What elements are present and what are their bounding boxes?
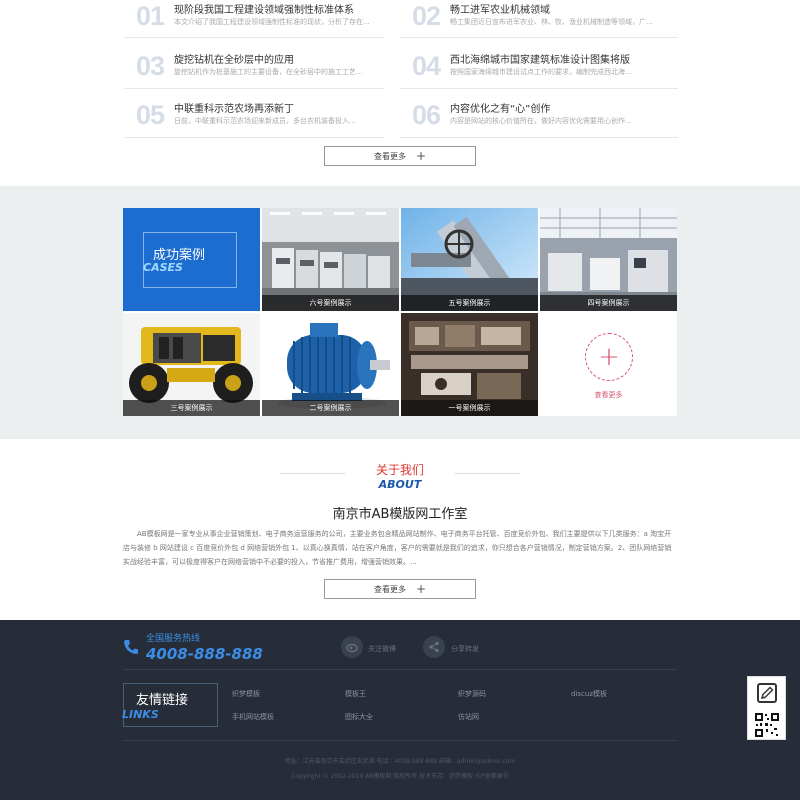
divider xyxy=(124,88,384,89)
about-more-button[interactable]: 查看更多 + xyxy=(324,579,476,599)
case-tile[interactable]: 三号案例展示 xyxy=(123,313,260,416)
news-desc: 日前，中联重科示范农场迎来新成员，多台农机装备投入... xyxy=(174,117,356,125)
divider xyxy=(400,37,678,38)
links-title-en: LINKS xyxy=(122,708,159,721)
case-tile[interactable]: 二号案例展示 xyxy=(262,313,399,416)
case-tile[interactable]: 六号案例展示 xyxy=(262,208,399,311)
case-caption: 二号案例展示 xyxy=(262,400,399,416)
about-section: 关于我们 ABOUT 南京市AB模版网工作室 AB模板网是一家专业从事企业营销策… xyxy=(0,439,800,620)
footer: 全国服务热线 4008-888-888 关注微博 分享转发 友情链接 LINKS… xyxy=(0,620,800,800)
friend-link[interactable]: 图标大全 xyxy=(345,712,373,722)
divider xyxy=(124,137,384,138)
more-label: 查看更多 xyxy=(373,584,406,594)
case-tile[interactable]: 五号案例展示 xyxy=(401,208,538,311)
hotline-number: 4008-888-888 xyxy=(146,645,263,663)
news-item[interactable]: 04 西北海绵城市国家建筑标准设计图集将版 按照国家海绵城市建设试点工作的要求，… xyxy=(400,51,670,103)
share-button[interactable] xyxy=(423,636,445,658)
case-caption: 六号案例展示 xyxy=(262,295,399,311)
case-caption: 一号案例展示 xyxy=(401,400,538,416)
friend-link[interactable]: 织梦模板 xyxy=(232,689,260,699)
qr-code-icon[interactable] xyxy=(754,712,780,738)
news-number: 03 xyxy=(136,51,165,81)
weibo-button[interactable] xyxy=(341,636,363,658)
copyright-line: Copyright © 2002-2019 AB模板网 版权所有 技术支持：织梦… xyxy=(291,773,509,780)
cases-title-block: 成功案例 CASES xyxy=(123,208,260,311)
case-caption: 四号案例展示 xyxy=(540,295,677,311)
news-item[interactable]: 03 旋挖钻机在全砂层中的应用 旋挖钻机作为桩基施工的主要设备，在全砂层中的施工… xyxy=(124,51,394,103)
floating-toolbar xyxy=(747,676,786,740)
plus-icon: + xyxy=(415,149,427,163)
cases-section: 成功案例 CASES 六号案例展示 五号案例展示 四号案例展示 三号案例展示 二… xyxy=(0,186,800,439)
cases-title-en: CASES xyxy=(143,261,183,274)
share-label[interactable]: 分享转发 xyxy=(451,644,479,654)
copyright-line: 地址：江苏省南京市玄武区玄武湖 电话：4008-888-888 邮箱：admin… xyxy=(284,758,516,765)
divider xyxy=(123,669,677,670)
about-title-en: ABOUT xyxy=(378,478,422,491)
news-title[interactable]: 畅工进军农业机械领域 xyxy=(450,1,550,16)
cases-more-button[interactable]: + 查看更多 xyxy=(540,313,677,416)
news-desc: 内容是网站的核心价值所在，做好内容优化需要用心创作... xyxy=(450,117,632,125)
divider xyxy=(400,88,678,89)
plus-icon: + xyxy=(585,333,633,381)
edit-icon[interactable] xyxy=(757,683,777,703)
phone-icon xyxy=(124,640,138,654)
news-desc: 旋挖钻机作为桩基施工的主要设备，在全砂层中的施工工艺... xyxy=(174,68,363,76)
share-icon xyxy=(429,641,439,653)
cases-more-label: 查看更多 xyxy=(594,391,623,399)
about-text: AB模板网是一家专业从事企业营销策划、电子商务运营服务的公司，主要业务包含精品网… xyxy=(123,530,672,566)
friend-link[interactable]: 织梦源码 xyxy=(458,689,486,699)
friend-link[interactable]: discuz模板 xyxy=(571,689,607,699)
links-title-block: 友情链接 LINKS xyxy=(122,683,218,727)
news-desc: 畅工集团近日宣布进军农业、林、牧、渔业机械制造等领域，广... xyxy=(450,18,653,26)
hotline-label: 全国服务热线 xyxy=(146,634,201,644)
friend-link[interactable]: 模板王 xyxy=(345,689,366,699)
more-label: 查看更多 xyxy=(373,151,406,161)
news-title[interactable]: 旋挖钻机在全砂层中的应用 xyxy=(174,51,294,66)
news-item[interactable]: 01 现阶段我国工程建设领域强制性标准体系 本文介绍了我国工程建设领域强制性标准… xyxy=(124,1,394,53)
news-title[interactable]: 现阶段我国工程建设领域强制性标准体系 xyxy=(174,1,354,16)
case-caption: 五号案例展示 xyxy=(401,295,538,311)
case-tile[interactable]: 四号案例展示 xyxy=(540,208,677,311)
links-title: 友情链接 xyxy=(136,693,189,708)
news-title[interactable]: 内容优化之有“心”创作 xyxy=(450,100,550,115)
news-number: 05 xyxy=(136,100,165,130)
divider xyxy=(400,137,678,138)
news-desc: 按照国家海绵城市建设试点工作的要求，编制完成西北海... xyxy=(450,68,632,76)
plus-icon: + xyxy=(415,582,427,596)
news-item[interactable]: 02 畅工进军农业机械领域 畅工集团近日宣布进军农业、林、牧、渔业机械制造等领域… xyxy=(400,1,670,53)
news-section: 01 现阶段我国工程建设领域强制性标准体系 本文介绍了我国工程建设领域强制性标准… xyxy=(0,0,800,186)
case-tile[interactable]: 一号案例展示 xyxy=(401,313,538,416)
divider xyxy=(124,37,384,38)
company-name: 南京市AB模版网工作室 xyxy=(332,507,468,522)
news-number: 01 xyxy=(136,1,165,31)
news-number: 06 xyxy=(412,100,441,130)
weibo-label[interactable]: 关注微博 xyxy=(368,644,396,654)
news-title[interactable]: 西北海绵城市国家建筑标准设计图集将版 xyxy=(450,51,630,66)
case-caption: 三号案例展示 xyxy=(123,400,260,416)
cases-grid: 成功案例 CASES 六号案例展示 五号案例展示 四号案例展示 三号案例展示 二… xyxy=(123,208,677,416)
news-number: 02 xyxy=(412,1,441,31)
news-item[interactable]: 05 中联重科示范农场再添新丁 日前，中联重科示范农场迎来新成员，多台农机装备投… xyxy=(124,100,394,152)
news-item[interactable]: 06 内容优化之有“心”创作 内容是网站的核心价值所在，做好内容优化需要用心创作… xyxy=(400,100,670,152)
news-desc: 本文介绍了我国工程建设领域强制性标准的现状，分析了存在... xyxy=(174,18,370,26)
news-title[interactable]: 中联重科示范农场再添新丁 xyxy=(174,100,294,115)
weibo-icon xyxy=(346,643,358,653)
about-title: 关于我们 xyxy=(375,463,424,477)
friend-link[interactable]: 仿站网 xyxy=(458,712,479,722)
divider xyxy=(123,740,677,741)
news-more-button[interactable]: 查看更多 + xyxy=(324,146,476,166)
news-number: 04 xyxy=(412,51,441,81)
friend-link[interactable]: 手机网站模板 xyxy=(232,712,274,722)
